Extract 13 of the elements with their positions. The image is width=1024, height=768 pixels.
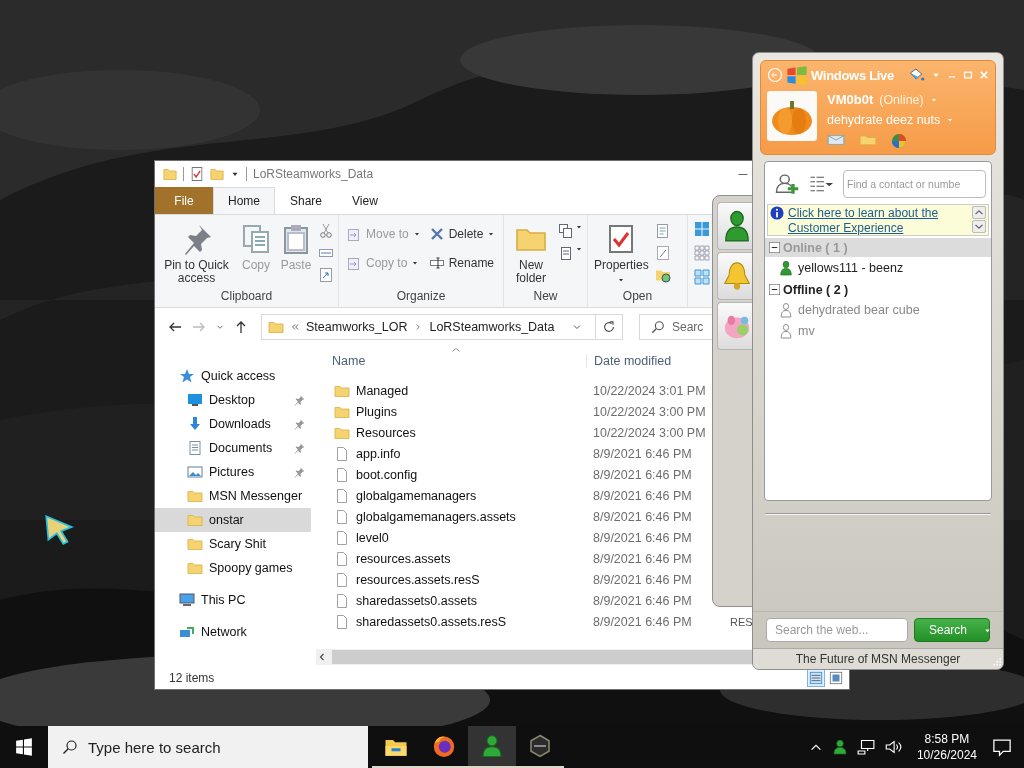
contacts-icon <box>480 734 504 758</box>
firefox-icon <box>432 734 456 758</box>
hexagon-app-icon <box>528 734 552 758</box>
search-icon <box>62 739 78 755</box>
taskbar-app[interactable] <box>468 726 516 768</box>
person-icon[interactable] <box>831 739 848 755</box>
network-icon[interactable] <box>856 739 875 755</box>
taskbar-search-field[interactable]: Type here to search <box>48 726 368 768</box>
clock-time[interactable]: 8:58 PM <box>924 731 970 747</box>
notification-icon[interactable] <box>992 737 1012 757</box>
clock-date[interactable]: 10/26/2024 <box>916 747 977 763</box>
windows-logo-icon <box>15 738 33 756</box>
volume-icon[interactable] <box>883 739 902 755</box>
